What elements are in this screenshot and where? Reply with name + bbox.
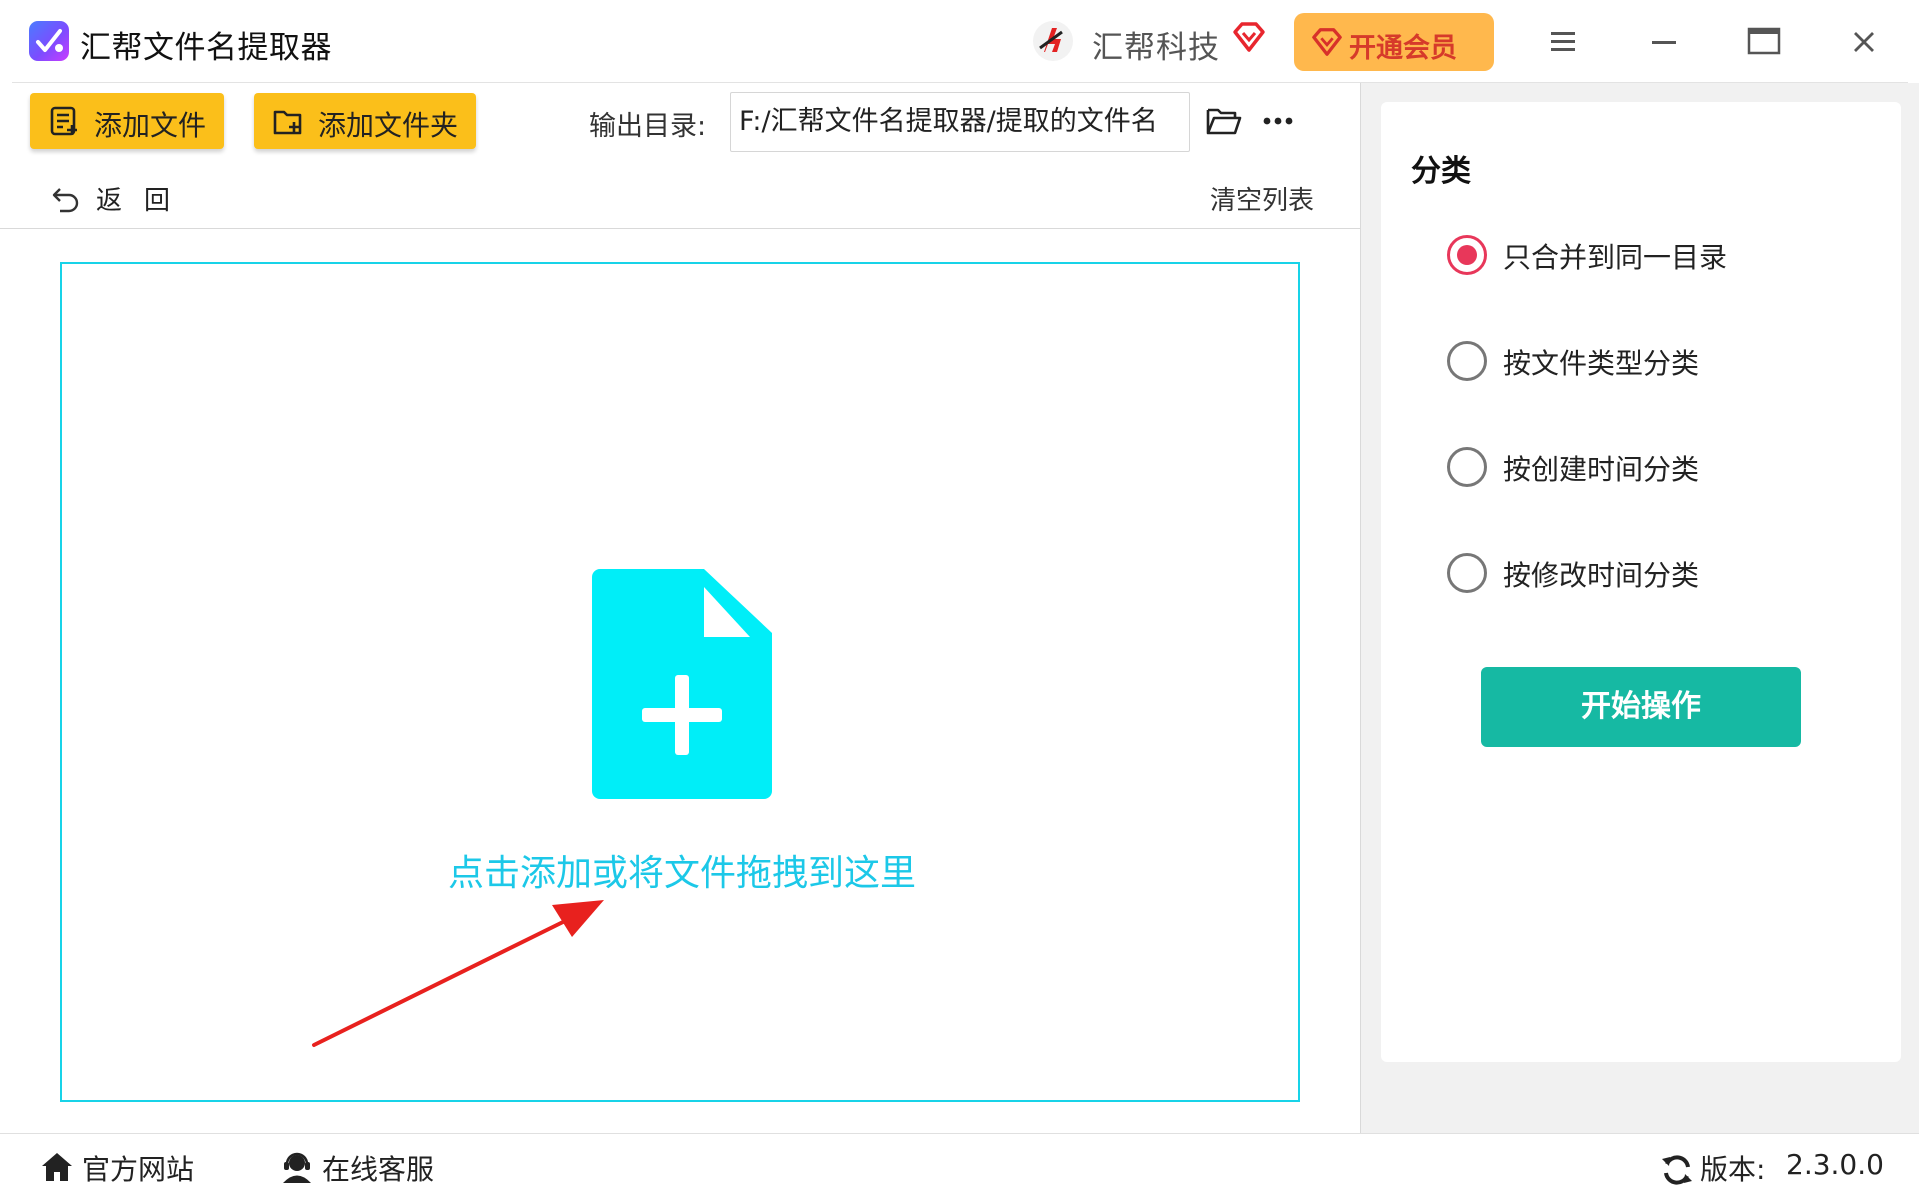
output-dir-field[interactable]: F:/汇帮文件名提取器/提取的文件名 [730,92,1190,152]
drop-hint-text: 点击添加或将文件拖拽到这里 [447,853,916,894]
title-bar: 汇帮文件名提取器 汇帮科技 开通会员 [0,0,1919,82]
output-dir-label: 输出目录: [589,111,707,142]
close-icon[interactable] [1842,20,1886,64]
radio-checked-icon [1447,235,1487,275]
annotation-arrow-icon [312,900,604,1047]
minimize-icon[interactable] [1642,20,1686,64]
folder-open-icon[interactable] [1205,104,1243,138]
more-options-icon[interactable] [1259,104,1297,138]
radio-unchecked-icon [1447,447,1487,487]
radio-by-created-time[interactable]: 按创建时间分类 [1447,442,1867,492]
add-document-icon [592,569,772,799]
version-value: 2.3.0.0 [1786,1148,1884,1181]
radio-label: 只合并到同一目录 [1503,241,1728,274]
app-window: 汇帮文件名提取器 汇帮科技 开通会员 添加文件 添加文件夹 输出目录: F:/汇… [0,0,1919,1199]
radio-unchecked-icon [1447,553,1487,593]
radio-label: 按创建时间分类 [1503,453,1700,486]
diamond-icon [1233,22,1265,52]
vip-label: 开通会员 [1349,33,1457,64]
maximize-icon[interactable] [1742,20,1786,64]
vip-button[interactable]: 开通会员 [1294,13,1494,71]
menu-icon[interactable] [1541,20,1585,64]
home-icon [42,1153,72,1181]
classification-panel: 分类 只合并到同一目录 按文件类型分类 按创建时间分类 按修改时间分类 开始操作 [1381,102,1901,1062]
customer-service-icon [283,1152,311,1183]
website-label: 官方网站 [82,1153,195,1186]
add-file-icon [50,106,77,136]
radio-by-modified-time[interactable]: 按修改时间分类 [1447,548,1867,598]
file-drop-zone[interactable]: 点击添加或将文件拖拽到这里 [60,262,1300,1102]
add-folder-icon [273,110,302,135]
app-title: 汇帮文件名提取器 [80,30,332,66]
back-label: 返回 [96,186,193,216]
toolbar-divider [0,228,1360,229]
add-folder-label: 添加文件夹 [318,109,459,142]
brand-logo-icon [1033,21,1073,61]
back-arrow-icon [52,188,79,213]
radio-label: 按文件类型分类 [1503,347,1700,380]
brand-name: 汇帮科技 [1092,30,1220,66]
version-info: 版本: 2.3.0.0 [1660,1148,1910,1188]
version-label: 版本: [1700,1153,1766,1186]
online-service-link[interactable]: 在线客服 [280,1146,480,1186]
add-file-label: 添加文件 [94,109,207,142]
service-label: 在线客服 [322,1153,435,1186]
status-bar: 官方网站 在线客服 版本: 2.3.0.0 [0,1133,1919,1199]
classification-title: 分类 [1411,154,1471,189]
add-file-button[interactable]: 添加文件 [30,93,224,149]
clear-list-button[interactable]: 清空列表 [1210,180,1314,217]
add-folder-button[interactable]: 添加文件夹 [254,93,476,149]
radio-merge-same-dir[interactable]: 只合并到同一目录 [1447,230,1867,280]
app-logo-icon [29,21,69,61]
diamond-icon [1312,28,1342,56]
radio-unchecked-icon [1447,341,1487,381]
refresh-icon[interactable] [1660,1153,1694,1187]
radio-label: 按修改时间分类 [1503,559,1700,592]
start-button[interactable]: 开始操作 [1481,667,1801,747]
official-website-link[interactable]: 官方网站 [40,1146,240,1186]
radio-by-file-type[interactable]: 按文件类型分类 [1447,336,1867,386]
